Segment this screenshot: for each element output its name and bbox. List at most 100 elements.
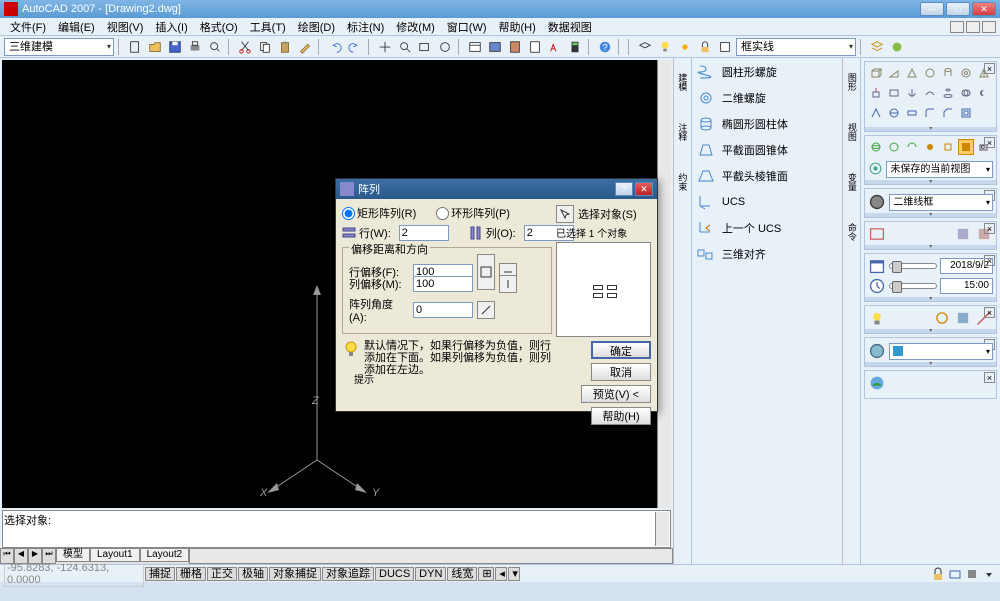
freeorbit-icon[interactable] xyxy=(886,139,902,155)
command-line[interactable]: 选择对象: xyxy=(2,510,671,548)
visualstyle-dropdown[interactable]: 二维线框 xyxy=(889,194,993,211)
markup-icon[interactable] xyxy=(546,38,564,56)
tab-layout2[interactable]: Layout2 xyxy=(140,548,190,562)
union-icon[interactable] xyxy=(958,85,974,101)
pick-both-button[interactable] xyxy=(477,254,495,290)
material-panel-icon[interactable] xyxy=(868,342,886,360)
zoom-window-icon[interactable] xyxy=(416,38,434,56)
section-opt1-icon[interactable] xyxy=(954,225,972,243)
osnap-button[interactable]: 对象捕捉 xyxy=(269,567,321,581)
chamfer-icon[interactable] xyxy=(940,105,956,121)
wedge-icon[interactable] xyxy=(886,65,902,81)
sheet-icon[interactable] xyxy=(526,38,544,56)
redo-icon[interactable] xyxy=(346,38,364,56)
menu-draw[interactable]: 绘图(D) xyxy=(292,19,341,35)
panel-close-8[interactable]: × xyxy=(984,372,995,383)
maximize-button[interactable]: □ xyxy=(946,2,970,16)
dialog-titlebar[interactable]: 阵列 ? ✕ xyxy=(336,179,657,199)
palette-item-pyramid[interactable]: 平截头棱锥面 xyxy=(694,164,841,188)
palette-item-ucs[interactable]: UCS xyxy=(694,190,841,214)
sweep-icon[interactable] xyxy=(922,85,938,101)
ok-button[interactable]: 确定 xyxy=(591,341,651,359)
menu-tools[interactable]: 工具(T) xyxy=(244,19,292,35)
lock-status-icon[interactable] xyxy=(931,567,945,581)
tray-icon-1[interactable] xyxy=(948,567,962,581)
fillet-icon[interactable] xyxy=(922,105,938,121)
new-icon[interactable] xyxy=(126,38,144,56)
mdi-minimize[interactable] xyxy=(950,21,964,33)
preview-icon[interactable] xyxy=(206,38,224,56)
pick-angle-button[interactable] xyxy=(477,301,495,319)
rect-array-radio[interactable]: 矩形阵列(R) xyxy=(342,205,416,221)
horizontal-scrollbar[interactable] xyxy=(189,548,673,564)
zoom-icon[interactable] xyxy=(396,38,414,56)
palette-tab-r2[interactable]: 视图 xyxy=(845,112,859,152)
save-icon[interactable] xyxy=(166,38,184,56)
extrude-icon[interactable] xyxy=(868,85,884,101)
palette-tab-2[interactable]: 注释 xyxy=(675,112,689,152)
visualstyle-icon[interactable] xyxy=(868,193,886,211)
cut-icon[interactable] xyxy=(236,38,254,56)
mdi-restore[interactable] xyxy=(966,21,980,33)
menu-help[interactable]: 帮助(H) xyxy=(493,19,542,35)
bulb-icon[interactable] xyxy=(656,38,674,56)
menu-edit[interactable]: 编辑(E) xyxy=(52,19,101,35)
ortho-button[interactable]: 正交 xyxy=(207,567,237,581)
color-icon[interactable] xyxy=(716,38,734,56)
section-panel-icon[interactable] xyxy=(868,225,886,243)
match-icon[interactable] xyxy=(296,38,314,56)
lwt-button[interactable]: 线宽 xyxy=(447,567,477,581)
material-dropdown[interactable] xyxy=(889,343,993,360)
menu-file[interactable]: 文件(F) xyxy=(4,19,52,35)
polar-button[interactable]: 极轴 xyxy=(238,567,268,581)
tray-icon-2[interactable] xyxy=(965,567,979,581)
light-panel-icon[interactable] xyxy=(868,309,886,327)
open-icon[interactable] xyxy=(146,38,164,56)
tab-model[interactable]: 模型 xyxy=(56,548,90,562)
revolve-icon[interactable] xyxy=(904,85,920,101)
workspace-dropdown[interactable]: 三维建模 xyxy=(4,38,114,56)
presspull-icon[interactable] xyxy=(886,85,902,101)
ducs-button[interactable]: DUCS xyxy=(375,567,414,581)
subtract-icon[interactable] xyxy=(976,85,992,101)
render-icon[interactable] xyxy=(868,374,886,392)
select-objects-button[interactable] xyxy=(556,205,574,223)
polar-array-radio[interactable]: 环形阵列(P) xyxy=(436,205,510,221)
palette-tab-3[interactable]: 约束 xyxy=(675,162,689,202)
minimize-button[interactable]: — xyxy=(920,2,944,16)
undo-icon[interactable] xyxy=(326,38,344,56)
light-opt2-icon[interactable] xyxy=(954,309,972,327)
menu-view[interactable]: 视图(V) xyxy=(101,19,150,35)
help-icon[interactable]: ? xyxy=(596,38,614,56)
angle-input[interactable] xyxy=(413,302,473,318)
layer-prev-icon[interactable] xyxy=(888,38,906,56)
menu-insert[interactable]: 插入(I) xyxy=(149,19,193,35)
linetype-dropdown[interactable]: 框实线 xyxy=(736,38,856,56)
panel-close-1[interactable]: × xyxy=(984,63,995,74)
shell-icon[interactable] xyxy=(958,105,974,121)
mdi-close[interactable] xyxy=(982,21,996,33)
menu-dimension[interactable]: 标注(N) xyxy=(341,19,390,35)
tray-toggle-icon[interactable] xyxy=(982,567,996,581)
palette-tab-1[interactable]: 建模 xyxy=(675,62,689,102)
panel-close-5[interactable]: × xyxy=(984,255,995,266)
dyn-button[interactable]: DYN xyxy=(415,567,446,581)
palette-item-helix2d[interactable]: 二维螺旋 xyxy=(694,86,841,110)
palette-item-helix[interactable]: 圆柱形螺旋 xyxy=(694,60,841,84)
vertical-scrollbar[interactable] xyxy=(657,60,671,508)
date-slider[interactable] xyxy=(889,263,936,269)
tab-first[interactable]: ⏮ xyxy=(0,548,14,564)
sphere-icon[interactable] xyxy=(922,65,938,81)
palette-tab-r1[interactable]: 图形 xyxy=(845,62,859,102)
lock-icon[interactable] xyxy=(696,38,714,56)
menu-modify[interactable]: 修改(M) xyxy=(390,19,441,35)
view-dropdown[interactable]: 未保存的当前视图 xyxy=(886,161,993,178)
panel-close-2[interactable]: × xyxy=(984,137,995,148)
palette-item-align[interactable]: 三维对齐 xyxy=(694,242,841,266)
palette-tab-r3[interactable]: 变量 xyxy=(845,162,859,202)
cancel-button[interactable]: 取消 xyxy=(591,363,651,381)
rows-input[interactable] xyxy=(399,225,449,241)
intersect-icon[interactable] xyxy=(868,105,884,121)
zoom-prev-icon[interactable] xyxy=(436,38,454,56)
paste-icon[interactable] xyxy=(276,38,294,56)
